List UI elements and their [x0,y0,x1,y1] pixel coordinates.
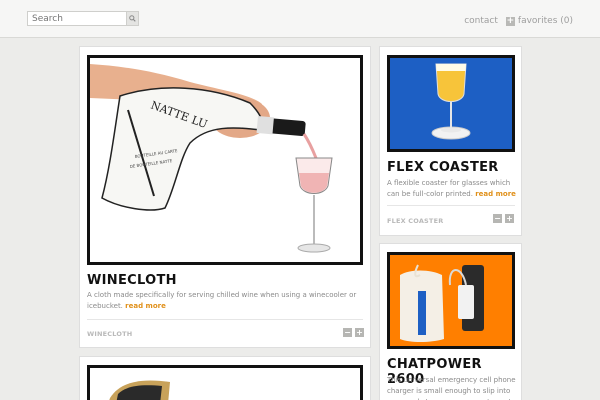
product-tag[interactable]: WINECLOTH [87,330,132,338]
top-nav: contact + favorites (0) [464,16,573,26]
product-image-partial[interactable] [87,365,363,400]
divider [387,205,515,206]
plus-icon[interactable]: + [505,214,514,223]
plus-icon[interactable]: + [355,328,364,337]
search-icon [129,15,136,22]
product-title[interactable]: WINECLOTH [87,273,177,288]
product-card-winecloth: NATTE LU BOUTEILLE AU CARTE DE BOUTEILLE… [79,46,371,348]
product-image-flex-coaster[interactable] [387,55,515,152]
minus-icon[interactable]: − [343,328,352,337]
product-image-winecloth[interactable]: NATTE LU BOUTEILLE AU CARTE DE BOUTEILLE… [87,55,363,265]
product-tag[interactable]: FLEX COASTER [387,217,443,225]
coaster-illustration [431,63,471,140]
favorites-link[interactable]: favorites (0) [518,16,573,26]
description-text: This universal emergency cell phone char… [387,376,516,400]
plus-icon: + [505,15,515,26]
charger-illustration [400,264,484,342]
minus-icon[interactable]: − [493,214,502,223]
product-description: A cloth made specifically for serving ch… [87,290,363,312]
product-description: This universal emergency cell phone char… [387,375,517,400]
divider [87,319,363,320]
read-more-link[interactable]: read more [475,190,516,198]
product-card-flex-coaster: FLEX COASTER A flexible coaster for glas… [379,46,522,236]
search-input[interactable] [28,12,126,25]
product-title[interactable]: FLEX COASTER [387,160,499,175]
winecloth-illustration: NATTE LU BOUTEILLE AU CARTE DE BOUTEILLE… [90,64,333,253]
contact-link[interactable]: contact [464,16,498,26]
product-description: A flexible coaster for glasses which can… [387,178,517,200]
product-card-partial [79,356,371,400]
product-card-chatpower: CHATPOWER 2600 This universal emergency … [379,243,522,400]
search-box [27,11,139,26]
search-button[interactable] [126,12,138,25]
read-more-link[interactable]: read more [125,302,166,310]
phone-illustration [109,380,170,400]
product-image-chatpower[interactable] [387,252,515,349]
top-bar: contact + favorites (0) [0,0,600,38]
